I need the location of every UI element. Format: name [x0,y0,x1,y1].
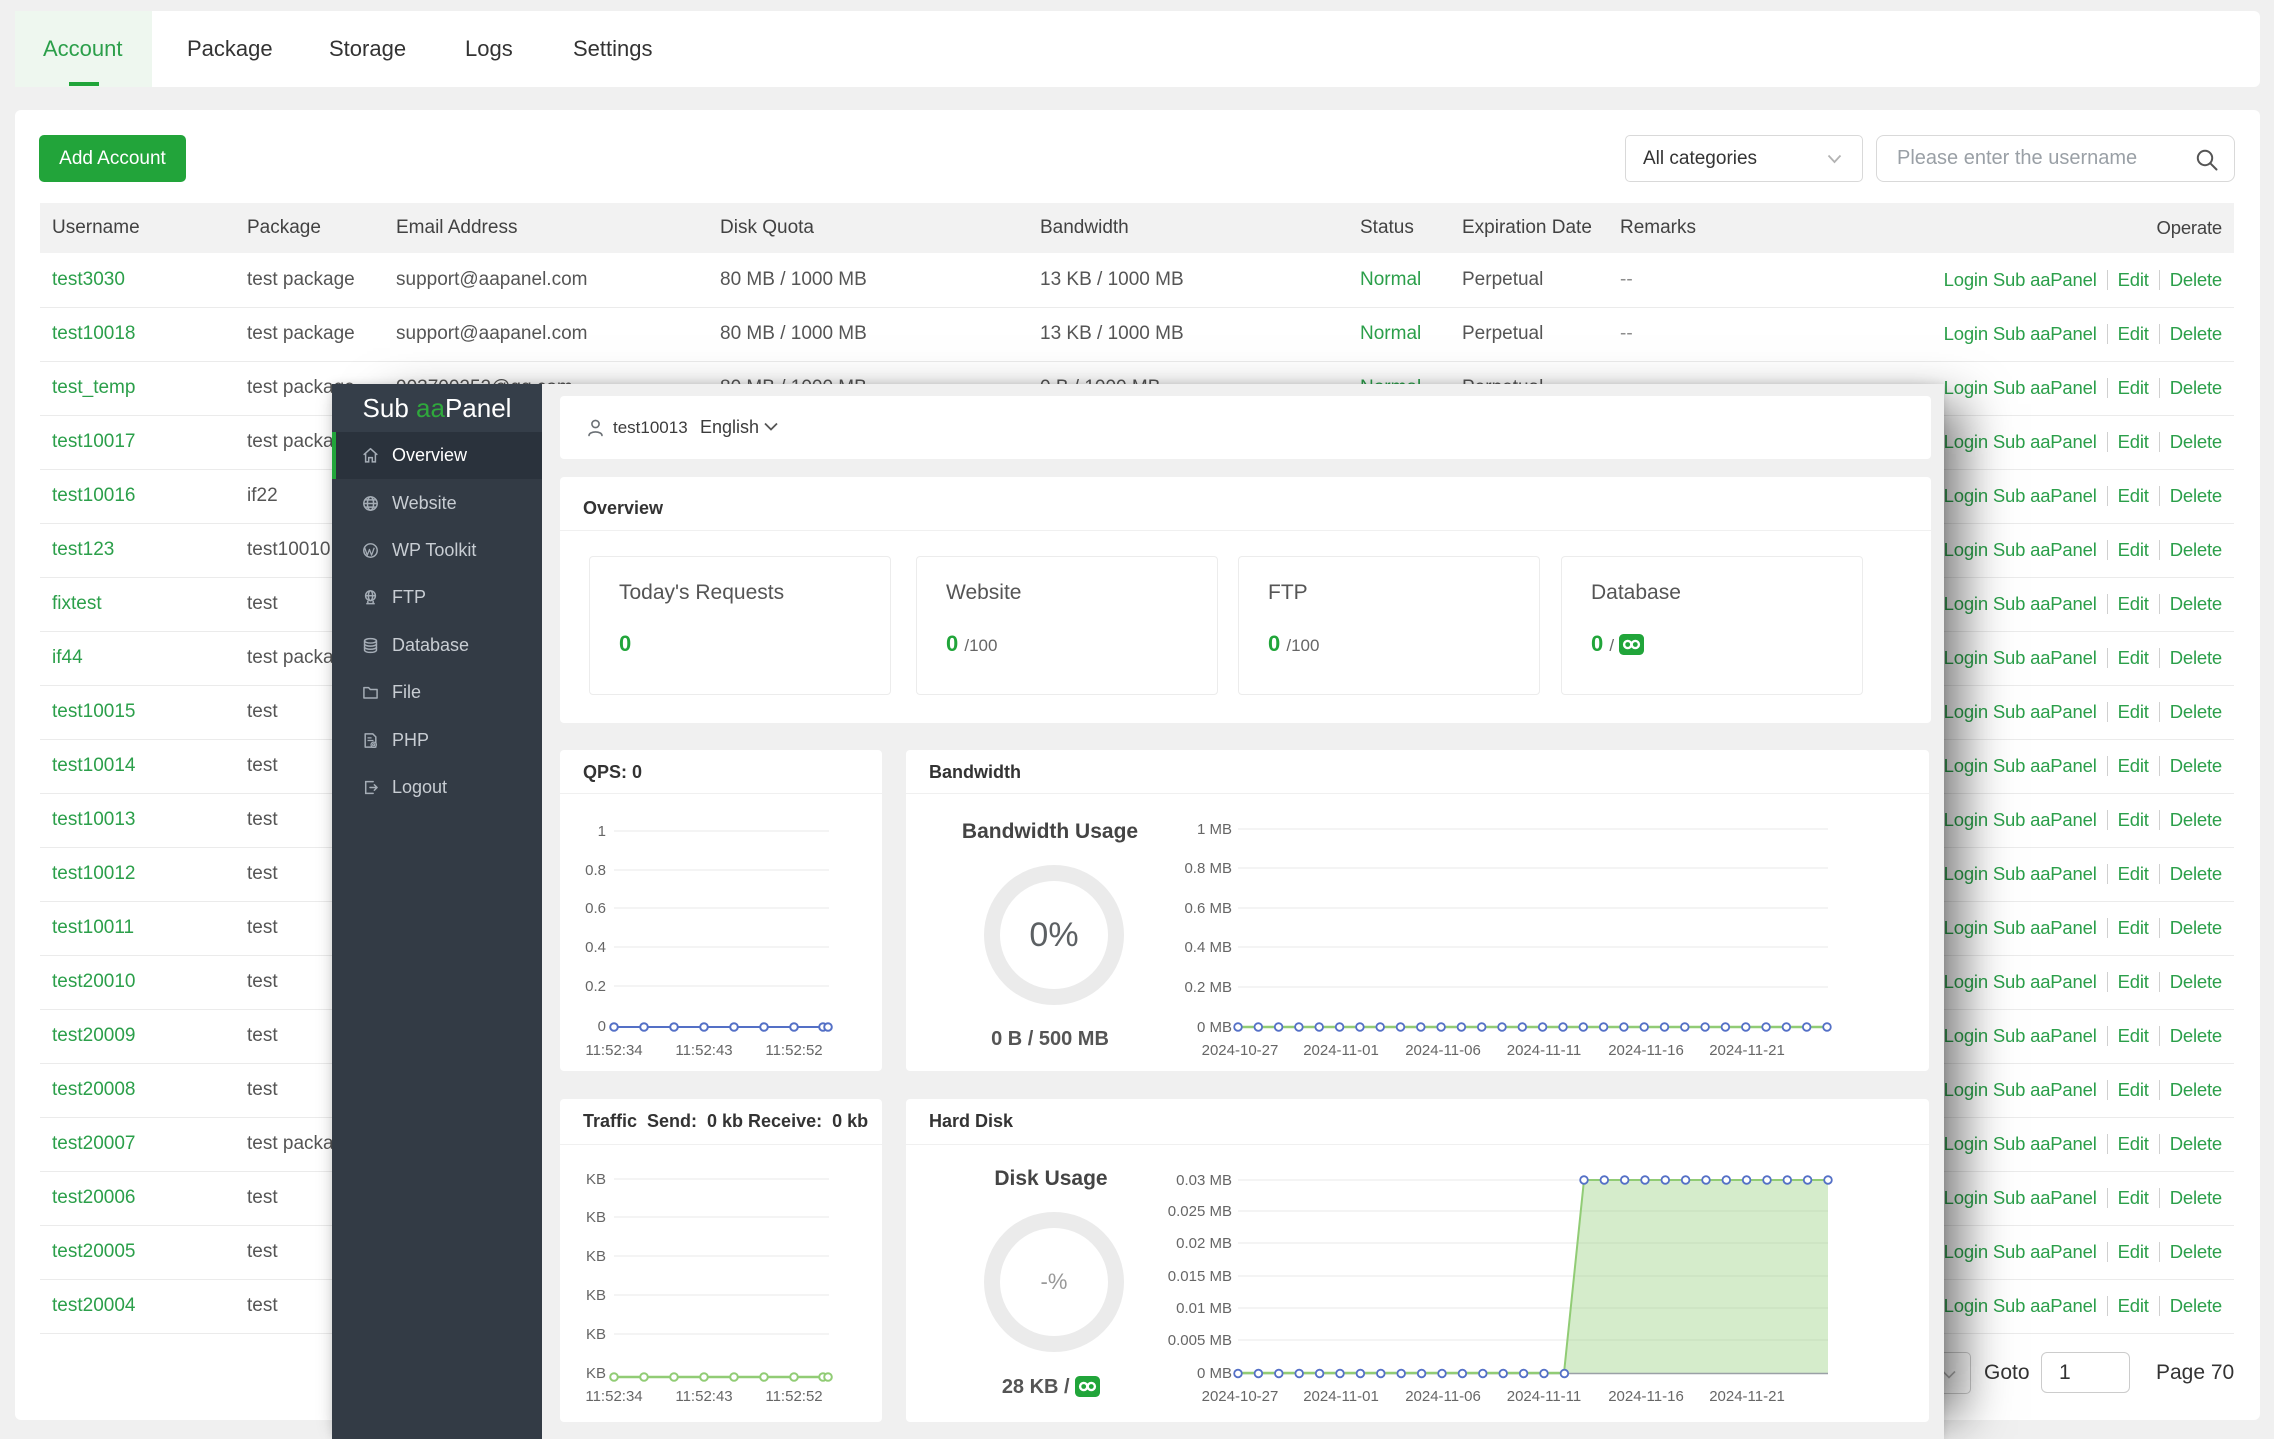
svg-text:0.02 MB: 0.02 MB [1176,1235,1232,1252]
svg-text:2024-11-21: 2024-11-21 [1709,1388,1785,1405]
svg-text:2024-11-16: 2024-11-16 [1608,1388,1684,1405]
svg-text:1 MB: 1 MB [1197,821,1232,838]
svg-text:11:52:34: 11:52:34 [585,1388,642,1405]
svg-text:2024-11-11: 2024-11-11 [1507,1388,1582,1405]
svg-text:2024-10-27: 2024-10-27 [1202,1388,1279,1405]
svg-text:11:52:43: 11:52:43 [675,1042,732,1059]
svg-text:11:52:43: 11:52:43 [675,1388,732,1405]
svg-text:2024-11-01: 2024-11-01 [1303,1042,1379,1059]
svg-text:KB: KB [586,1287,606,1304]
svg-text:KB: KB [586,1209,606,1226]
svg-text:KB: KB [586,1326,606,1343]
svg-text:2024-11-06: 2024-11-06 [1405,1388,1481,1405]
svg-text:0.01 MB: 0.01 MB [1176,1300,1232,1317]
svg-text:0.4: 0.4 [585,939,606,956]
svg-text:0.6: 0.6 [585,900,606,917]
svg-text:2024-10-27: 2024-10-27 [1202,1042,1279,1059]
svg-text:0.03 MB: 0.03 MB [1176,1172,1232,1189]
svg-text:0: 0 [598,1018,606,1035]
svg-text:2024-11-01: 2024-11-01 [1303,1388,1379,1405]
svg-text:2024-11-11: 2024-11-11 [1507,1042,1582,1059]
svg-text:11:52:52: 11:52:52 [765,1388,822,1405]
svg-text:0 MB: 0 MB [1197,1019,1232,1036]
svg-text:0.015 MB: 0.015 MB [1168,1268,1232,1285]
svg-text:KB: KB [586,1365,606,1382]
svg-text:0.6 MB: 0.6 MB [1184,900,1232,917]
svg-text:0 MB: 0 MB [1197,1365,1232,1382]
svg-text:11:52:52: 11:52:52 [765,1042,822,1059]
svg-text:2024-11-21: 2024-11-21 [1709,1042,1785,1059]
svg-text:KB: KB [586,1248,606,1265]
svg-text:0.4 MB: 0.4 MB [1184,939,1232,956]
svg-text:KB: KB [586,1171,606,1188]
svg-text:0.005 MB: 0.005 MB [1168,1332,1232,1349]
svg-text:2024-11-06: 2024-11-06 [1405,1042,1481,1059]
svg-text:11:52:34: 11:52:34 [585,1042,642,1059]
svg-text:0.2: 0.2 [585,978,606,995]
svg-text:2024-11-16: 2024-11-16 [1608,1042,1684,1059]
svg-text:0.2 MB: 0.2 MB [1184,979,1232,996]
svg-text:0.025 MB: 0.025 MB [1168,1203,1232,1220]
svg-text:0.8 MB: 0.8 MB [1184,860,1232,877]
svg-text:1: 1 [598,823,606,840]
svg-text:0.8: 0.8 [585,862,606,879]
